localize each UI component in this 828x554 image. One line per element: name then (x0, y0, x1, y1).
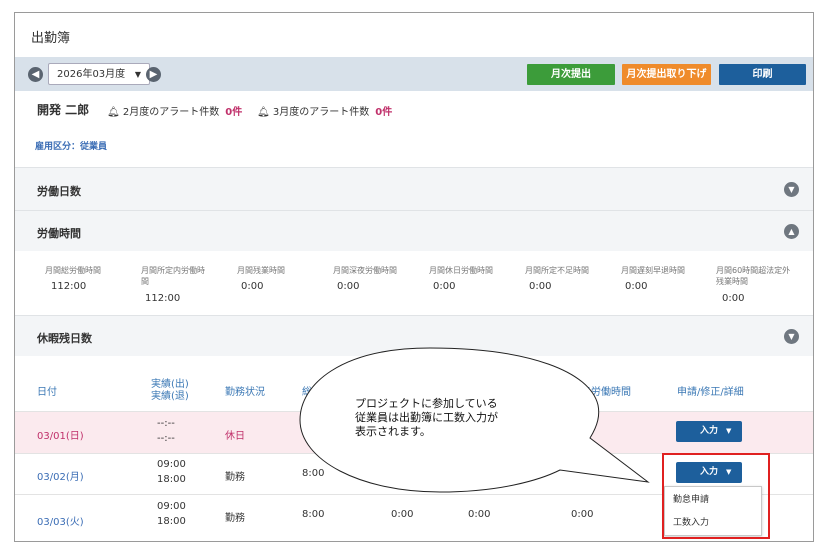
callout-line: 表示されます。 (355, 425, 431, 438)
callout-line: 従業員は出勤簿に工数入力が (355, 411, 498, 424)
callout-line: プロジェクトに参加している (355, 397, 498, 410)
callout-bubble (299, 347, 650, 493)
callout-text: プロジェクトに参加している 従業員は出勤簿に工数入力が 表示されます。 (355, 397, 545, 439)
